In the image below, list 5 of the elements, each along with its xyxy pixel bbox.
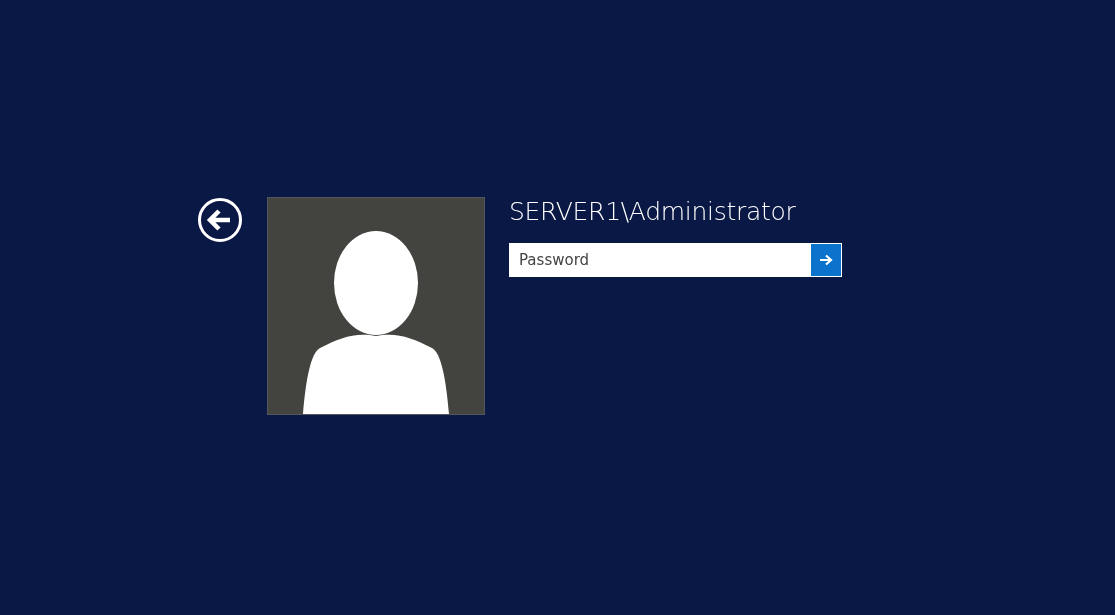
user-name: SERVER1\Administrator (509, 197, 797, 227)
right-arrow-icon (819, 254, 833, 266)
submit-button[interactable] (810, 243, 842, 277)
back-button[interactable] (197, 197, 243, 243)
password-field[interactable]: Password (509, 243, 810, 277)
